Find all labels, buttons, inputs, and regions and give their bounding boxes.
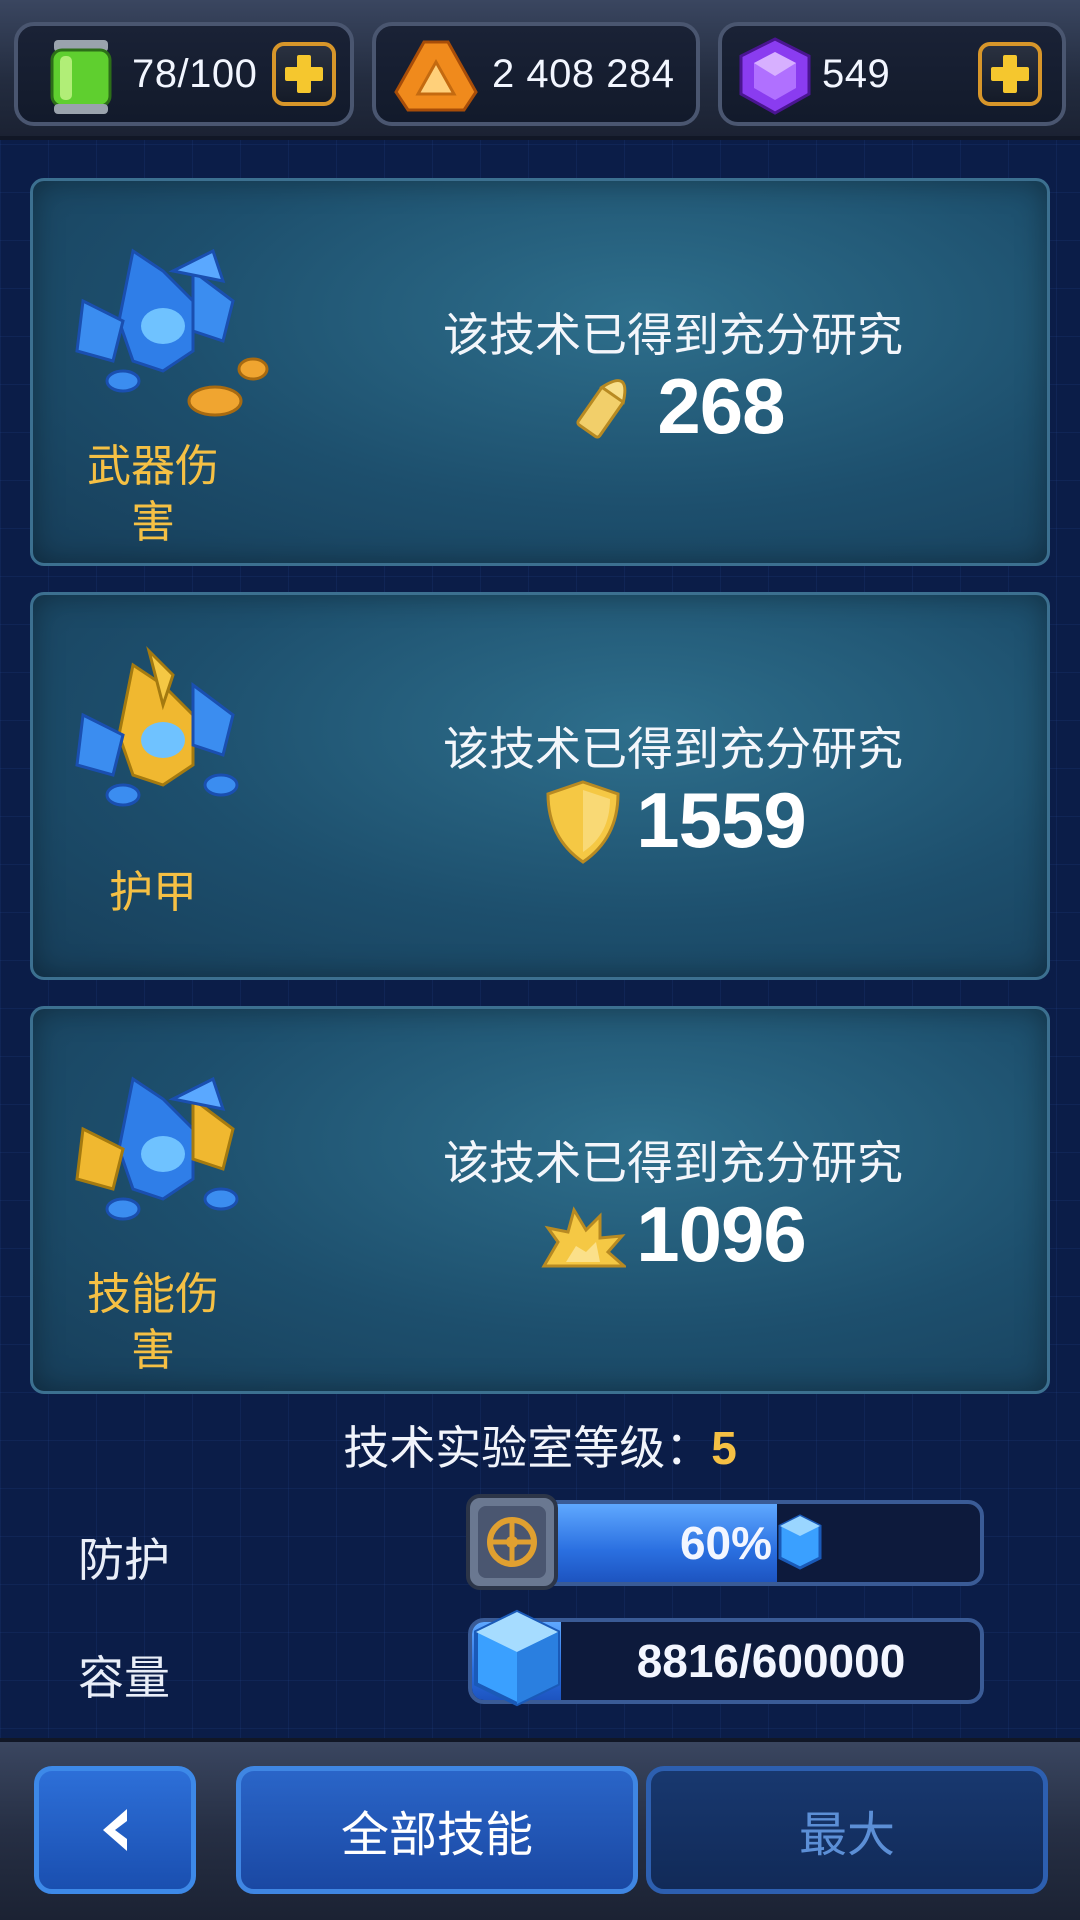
protection-label: 防护 [78,1533,170,1587]
energy-canister-icon [50,40,112,114]
back-button[interactable] [34,1766,196,1894]
bottom-nav: 全部技能 最大 [0,1738,1080,1920]
gems-value: 549 [822,51,891,96]
tech-name-line1: 武器伤 [87,441,219,492]
tech-stat: 268 [323,361,1023,452]
tech-stat-value: 268 [657,362,785,450]
bullet-icon [576,378,627,439]
credits-counter: 2 408 284 [372,22,700,126]
tech-name-line1: 技能伤 [87,1269,219,1320]
max-button[interactable]: 最大 [646,1766,1048,1894]
add-gems-button[interactable] [978,42,1042,106]
resource-bar: 78/100 2 408 284 549 [0,0,1080,140]
energy-counter: 78/100 [14,22,354,126]
energy-value: 78/100 [132,51,258,96]
purple-gem-icon [739,37,811,115]
orange-triangle-crystal-icon [394,40,478,112]
fully-researched-message: 该技术已得到充分研究 [443,1136,903,1190]
tech-name-line2: 害 [131,1325,175,1376]
all-skills-button[interactable]: 全部技能 [236,1766,638,1894]
add-energy-button[interactable] [272,42,336,106]
tech-stat-value: 1559 [636,776,807,864]
tech-stat-value: 1096 [636,1190,807,1278]
tech-stat: 1096 [323,1189,1023,1280]
gems-counter: 549 [718,22,1066,126]
chevron-left-icon [103,1809,127,1851]
blue-cube-icon [474,1609,560,1707]
spaceship-skill-upgrade-icon [75,1076,239,1221]
tech-name: 武器伤 害 [53,439,253,551]
tech-stat: 1559 [323,775,1023,866]
tech-card-armor[interactable]: 护甲 该技术已得到充分研究 1559 [30,592,1050,980]
tech-card-weapon-damage[interactable]: 武器伤 害 该技术已得到充分研究 268 [30,178,1050,566]
fully-researched-message: 该技术已得到充分研究 [443,308,903,362]
tech-name-line2: 害 [131,497,175,548]
explosion-icon [541,1205,627,1267]
credits-value: 2 408 284 [492,51,675,96]
tech-name: 技能伤 害 [53,1267,253,1379]
spaceship-weapon-upgrade-icon [75,248,269,417]
tech-card-skill-damage[interactable]: 技能伤 害 该技术已得到充分研究 1096 [30,1006,1050,1394]
capacity-label: 容量 [78,1651,170,1705]
shield-icon [546,779,620,864]
blue-cube-icon [778,1514,822,1570]
vault-safe-icon[interactable] [462,1490,562,1594]
fully-researched-message: 该技术已得到充分研究 [443,722,903,776]
tech-lab-level: 技术实验室等级：5 [0,1412,1080,1478]
tech-name: 护甲 [109,867,197,918]
plus-icon [285,55,323,93]
spaceship-armor-upgrade-icon [75,646,239,807]
tech-lab-level-label: 技术实验室等级： [343,1421,712,1475]
plus-icon [991,55,1029,93]
tech-lab-level-value: 5 [711,1422,737,1474]
